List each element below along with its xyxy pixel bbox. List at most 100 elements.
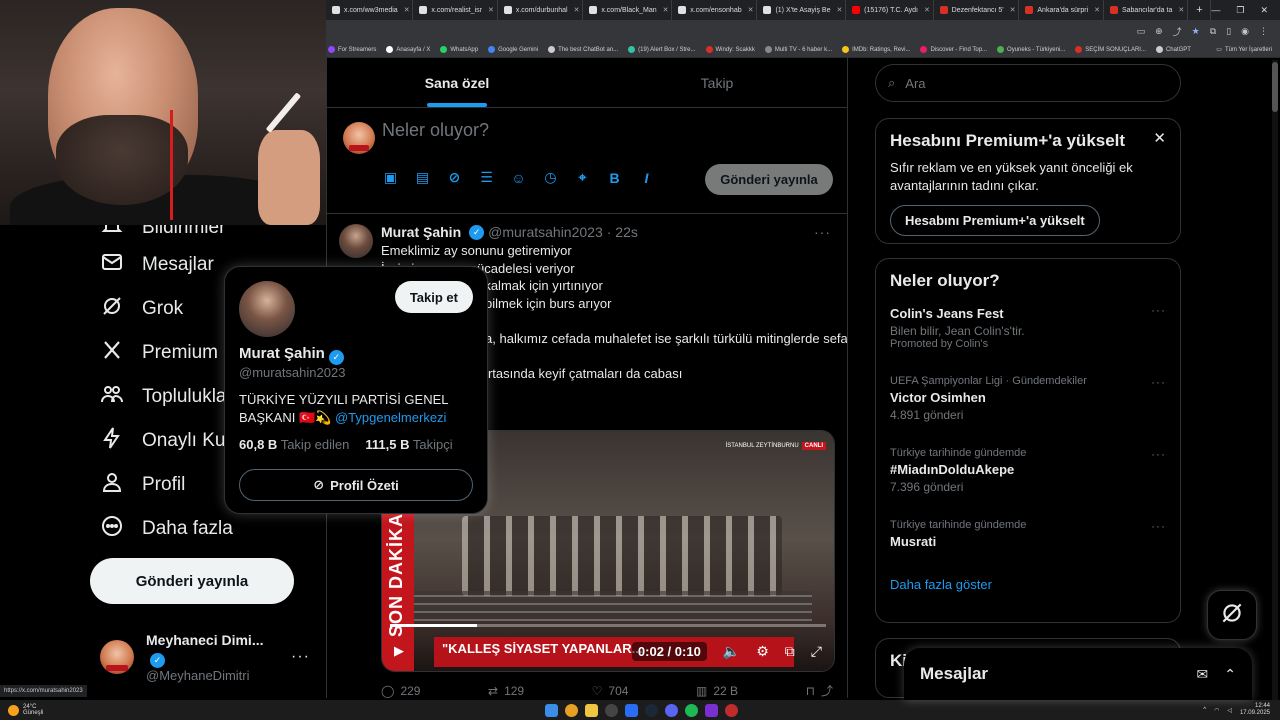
post-button[interactable]: Gönderi yayınla [90, 558, 294, 604]
video-progress-bar[interactable] [390, 624, 826, 627]
bookmark-item[interactable]: Multi TV - 6 haber k... [764, 46, 832, 53]
close-tab-icon[interactable]: ✕ [488, 6, 494, 14]
trend-item[interactable]: Türkiye tarihinde gündemde #MiadınDolduA… [876, 439, 1180, 511]
follow-button[interactable]: Takip et [394, 281, 473, 313]
image-icon[interactable]: ▣ [383, 169, 398, 185]
account-switcher[interactable]: Meyhaneci Dimi... ✓ @MeyhaneDimitri ··· [100, 632, 310, 683]
more-horizontal-icon[interactable]: ··· [1151, 519, 1166, 533]
close-window-icon[interactable]: ✕ [1260, 5, 1268, 16]
profile-summary-button[interactable]: ⊘ Profil Özeti [239, 469, 473, 501]
compose-post-button[interactable]: Gönderi yayınla [705, 164, 833, 195]
browser-tab[interactable]: Dezenfektancı 5' ✕ [934, 0, 1020, 20]
bookmark-item[interactable]: The best ChatBot an... [548, 46, 618, 53]
bookmark-star-icon[interactable]: ★ [1192, 26, 1200, 37]
more-horizontal-icon[interactable]: ··· [291, 648, 310, 666]
views-button[interactable]: ▥ 22 B [696, 682, 738, 698]
close-tab-icon[interactable]: ✕ [748, 6, 754, 14]
close-tab-icon[interactable]: ✕ [663, 6, 669, 14]
close-tab-icon[interactable]: ✕ [1178, 6, 1184, 14]
play-icon[interactable]: ▶ [394, 643, 404, 659]
bookmark-item[interactable]: IMDb: Ratings, Revi... [842, 46, 910, 53]
zoom-icon[interactable]: ⊕ [1155, 26, 1163, 37]
show-more-link[interactable]: Daha fazla göster [876, 571, 1180, 598]
system-clock[interactable]: 12:44 17.09.2025 [1240, 703, 1270, 717]
app-icon[interactable] [625, 703, 638, 717]
nav-item-grok[interactable]: Grok [100, 294, 183, 324]
more-horizontal-icon[interactable]: ··· [1151, 447, 1166, 461]
poll-icon[interactable]: ☰ [479, 169, 494, 185]
fullscreen-icon[interactable]: ⤢ [811, 643, 822, 660]
close-tab-icon[interactable]: ✕ [1094, 6, 1100, 14]
more-horizontal-icon[interactable]: ··· [1151, 303, 1166, 317]
nav-item-premium[interactable]: Premium [100, 338, 218, 368]
nav-item-messages[interactable]: Mesajlar [100, 250, 214, 280]
bookmark-item[interactable]: Anasayfa / X [386, 46, 430, 53]
tab-following[interactable]: Takip [587, 58, 847, 107]
tweet-author[interactable]: Murat Şahin [381, 224, 461, 240]
premium-upgrade-button[interactable]: Hesabını Premium+'a yükselt [890, 205, 1100, 236]
sidebar-icon[interactable]: ▯ [1226, 26, 1231, 37]
windows-start-icon[interactable] [545, 703, 558, 717]
browser-tab[interactable]: x.com/durbunhal ✕ [498, 0, 584, 20]
volume-icon[interactable]: ◁ [1227, 707, 1232, 714]
bookmark-item[interactable]: Discover - Find Top... [920, 46, 987, 53]
browser-tab[interactable]: Sabancılar'da ta ✕ [1104, 0, 1189, 20]
browser-tab[interactable]: (15176) T.C. Aydı ✕ [846, 0, 934, 20]
more-horizontal-icon[interactable]: ··· [1151, 375, 1166, 389]
page-scrollbar[interactable] [1272, 60, 1278, 700]
new-message-icon[interactable]: ✉ [1197, 666, 1209, 683]
settings-icon[interactable]: ⚙ [756, 643, 769, 660]
spotify-icon[interactable] [685, 703, 698, 717]
bookmark-item[interactable]: For Streamers [328, 46, 376, 53]
following-stat[interactable]: 60,8 B Takip edilen [239, 437, 349, 452]
bookmark-item[interactable]: Windy: Scakkk [705, 46, 755, 53]
trend-item[interactable]: Colin's Jeans Fest Bilen bilir, Jean Col… [876, 295, 1180, 367]
bookmark-item[interactable]: WhatsApp [440, 46, 478, 53]
avatar[interactable] [339, 224, 373, 258]
browser-tab[interactable]: x.com/realist_isr ✕ [413, 0, 498, 20]
share-icon[interactable]: ⤴ [1173, 25, 1182, 38]
share-icon[interactable]: ⤴ [821, 682, 833, 698]
hovercard-handle[interactable]: @muratsahin2023 [239, 365, 345, 380]
profile-icon[interactable]: ◉ [1241, 26, 1249, 37]
browser-menu-icon[interactable]: ⋮ [1259, 26, 1268, 37]
app-icon[interactable] [705, 703, 718, 717]
hovercard-name[interactable]: Murat Şahin [239, 345, 325, 362]
close-tab-icon[interactable]: ✕ [924, 6, 930, 14]
schedule-icon[interactable]: ◷ [543, 169, 558, 185]
scrollbar-thumb[interactable] [1272, 62, 1278, 112]
browser-tab[interactable]: x.com/Black_Man ✕ [583, 0, 673, 20]
chrome-icon[interactable] [565, 703, 578, 717]
compose-input[interactable]: Neler oluyor? [382, 120, 489, 141]
bookmark-icon[interactable]: ⊓ [806, 684, 815, 698]
bookmark-item[interactable]: (19) Alert Box / Stre... [628, 46, 696, 53]
more-horizontal-icon[interactable]: ··· [814, 224, 831, 240]
bookmark-item[interactable]: Oyuneks - Türkiyeni... [997, 46, 1065, 53]
emoji-icon[interactable]: ☺ [511, 170, 526, 186]
trend-item[interactable]: Türkiye tarihinde gündemde Musrati ··· [876, 511, 1180, 571]
bookmark-item[interactable]: Google Gemini [488, 46, 538, 53]
italic-icon[interactable]: I [639, 170, 654, 186]
browser-tab[interactable]: Ankara'da sürpri ✕ [1019, 0, 1104, 20]
extensions-icon[interactable]: ⧉ [1210, 26, 1216, 37]
app-icon[interactable] [725, 703, 738, 717]
browser-tab[interactable]: x.com/ww3media ✕ [326, 0, 414, 20]
close-tab-icon[interactable]: ✕ [836, 6, 842, 14]
volume-icon[interactable]: 🔈 [723, 643, 740, 660]
file-explorer-icon[interactable] [585, 703, 598, 717]
discord-icon[interactable] [665, 703, 678, 717]
repost-button[interactable]: ⇄ 129 [488, 682, 524, 698]
reply-button[interactable]: ◯ 229 [381, 682, 420, 698]
trend-item[interactable]: UEFA Şampiyonlar Ligi · Gündemdekiler Vi… [876, 367, 1180, 439]
bookmark-item[interactable]: ChatGPT [1155, 46, 1191, 53]
search-input[interactable]: ⌕ Ara [875, 64, 1181, 102]
bio-link[interactable]: @Typgenelmerkezi [335, 410, 446, 425]
tweet-handle[interactable]: @muratsahin2023 [488, 224, 603, 240]
maximize-icon[interactable]: ❐ [1236, 5, 1244, 16]
weather-widget[interactable]: 24°C Güneşli [0, 704, 43, 716]
grok-icon[interactable]: ⊘ [447, 169, 462, 185]
messages-drawer[interactable]: Mesajlar ✉ ⌃ [904, 648, 1252, 700]
close-tab-icon[interactable]: ✕ [1010, 6, 1016, 14]
tweet-time[interactable]: · 22s [607, 224, 638, 240]
nav-item-profile[interactable]: Profil [100, 470, 185, 500]
